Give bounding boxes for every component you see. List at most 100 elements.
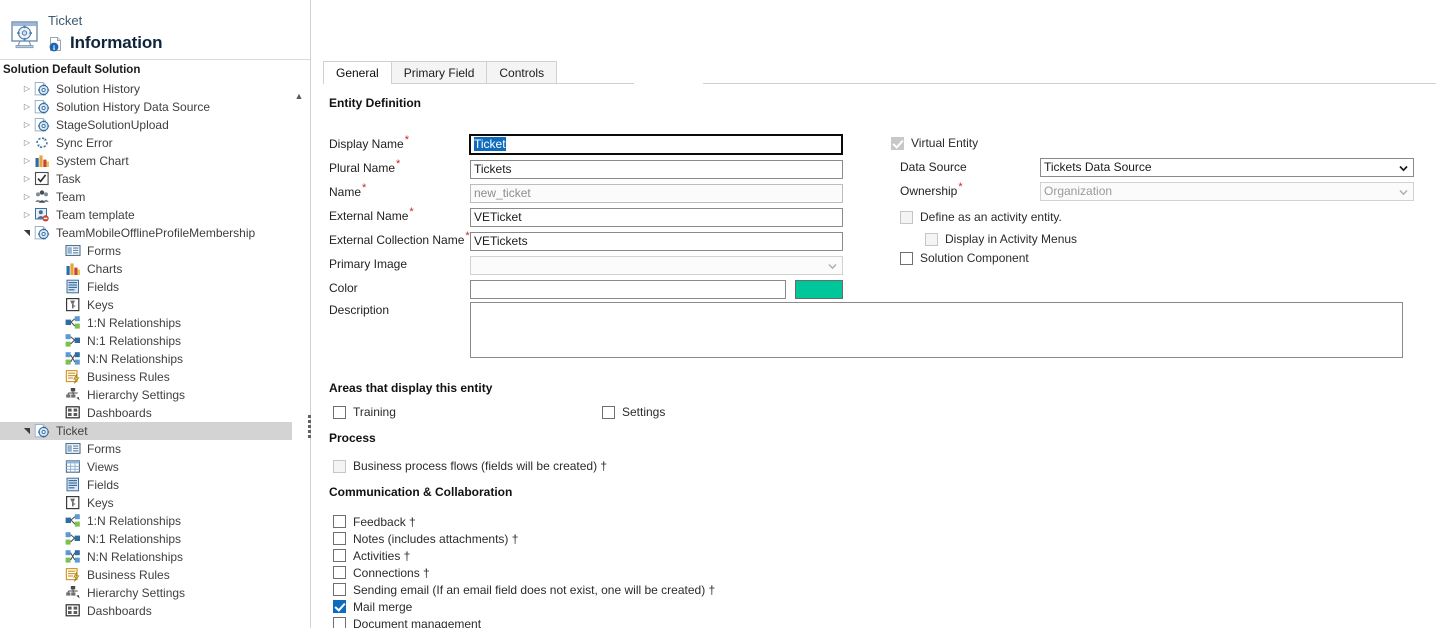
comm-connections-checkbox[interactable]	[333, 566, 346, 579]
display-activity-menus-label: Display in Activity Menus	[945, 232, 1077, 246]
tree-item-fields[interactable]: Fields	[0, 476, 292, 494]
expand-chevron-icon[interactable]: ▷	[20, 134, 34, 152]
tree-item-n-n-relationships[interactable]: N:N Relationships	[0, 350, 292, 368]
define-activity-entity-row[interactable]: Define as an activity entity.	[900, 210, 1062, 224]
expand-chevron-icon[interactable]: ▷	[20, 170, 34, 188]
comm-sending-email-checkbox[interactable]	[333, 583, 346, 596]
comm-feedback-checkbox[interactable]	[333, 515, 346, 528]
entity-gear-icon	[34, 99, 52, 115]
entity-gear-icon	[34, 81, 52, 97]
tree-item-solution-history[interactable]: ▷Solution History	[0, 80, 292, 98]
comm-connections-row[interactable]: Connections †	[333, 564, 715, 581]
tree-item-hierarchy-settings[interactable]: Hierarchy Settings	[0, 584, 292, 602]
tree-item-stagesolutionupload[interactable]: ▷ StageSolutionUpload	[0, 116, 292, 134]
tree-item-1-n-relationships[interactable]: 1:N Relationships	[0, 314, 292, 332]
tree-item-solution-history-data-source[interactable]: ▷Solution History Data Source	[0, 98, 292, 116]
virtual-entity-row[interactable]: Virtual Entity	[891, 136, 978, 150]
system-chart-icon	[34, 153, 52, 169]
tree-item-team[interactable]: ▷Team	[0, 188, 292, 206]
tree-item-forms[interactable]: Forms	[0, 242, 292, 260]
plural-name-input[interactable]: Tickets	[470, 160, 843, 179]
tree-item-n-1-relationships[interactable]: N:1 Relationships	[0, 332, 292, 350]
comm-activities-label: Activities †	[353, 549, 410, 563]
tree-item-n-n-relationships[interactable]: N:N Relationships	[0, 548, 292, 566]
tab-primary-field[interactable]: Primary Field	[391, 61, 488, 84]
entity-tree-scroll-area[interactable]: ▷Solution History▷Solution History Data …	[0, 80, 310, 628]
plural-name-label: Plural Name*	[329, 161, 400, 175]
color-swatch[interactable]	[795, 280, 843, 299]
area-training-checkbox[interactable]	[333, 406, 346, 419]
comm-document-management-row[interactable]: Document management	[333, 615, 715, 628]
display-activity-menus-row[interactable]: Display in Activity Menus	[925, 232, 1077, 246]
primary-image-select[interactable]	[470, 256, 843, 275]
color-input[interactable]	[470, 280, 786, 299]
solution-component-checkbox[interactable]	[900, 252, 913, 265]
tree-item-label: Fields	[87, 476, 119, 494]
tree-item-system-chart[interactable]: ▷System Chart	[0, 152, 292, 170]
external-collection-name-input[interactable]: VETickets	[470, 232, 843, 251]
tree-item-team-template[interactable]: ▷ Team template	[0, 206, 292, 224]
comm-activities-checkbox[interactable]	[333, 549, 346, 562]
tree-item-forms[interactable]: Forms	[0, 440, 292, 458]
tree-item-charts[interactable]: Charts	[0, 260, 292, 278]
tree-item-label: Team template	[56, 206, 135, 224]
comm-document-management-checkbox[interactable]	[333, 617, 346, 628]
tree-item-business-rules[interactable]: Business Rules	[0, 566, 292, 584]
tab-controls[interactable]: Controls	[486, 61, 557, 84]
comm-connections-label: Connections †	[353, 566, 430, 580]
display-activity-menus-checkbox[interactable]	[925, 233, 938, 246]
comm-sending-email-row[interactable]: Sending email (If an email field does no…	[333, 581, 715, 598]
external-name-input[interactable]: VETicket	[470, 208, 843, 227]
tree-item-views[interactable]: Views	[0, 458, 292, 476]
tree-item-hierarchy-settings[interactable]: Hierarchy Settings	[0, 386, 292, 404]
description-textarea[interactable]	[470, 302, 1403, 358]
tree-item-n-1-relationships[interactable]: N:1 Relationships	[0, 530, 292, 548]
tree-item-task[interactable]: ▷ Task	[0, 170, 292, 188]
tab-general[interactable]: General	[323, 61, 392, 84]
many-to-one-icon	[65, 333, 83, 349]
comm-mail-merge-checkbox[interactable]	[333, 600, 346, 613]
business-process-flows-checkbox[interactable]	[333, 460, 346, 473]
area-settings-checkbox[interactable]	[602, 406, 615, 419]
area-training-row[interactable]: Training	[333, 405, 396, 419]
comm-activities-row[interactable]: Activities †	[333, 547, 715, 564]
tree-item-label: Dashboards	[87, 602, 152, 620]
comm-notes-row[interactable]: Notes (includes attachments) †	[333, 530, 715, 547]
dashboards-icon	[65, 405, 83, 421]
tree-item-fields[interactable]: Fields	[0, 278, 292, 296]
tree-item-ticket[interactable]: ◢Ticket	[0, 422, 292, 440]
task-check-icon	[34, 171, 52, 187]
tree-item-teammobileofflineprofilemembership[interactable]: ◢TeamMobileOfflineProfileMembership	[0, 224, 292, 242]
expand-chevron-icon[interactable]: ▷	[20, 152, 34, 170]
comm-mail-merge-row[interactable]: Mail merge	[333, 598, 715, 615]
expand-chevron-icon[interactable]: ▷	[20, 116, 34, 134]
expand-chevron-icon[interactable]: ▷	[20, 188, 34, 206]
comm-notes-checkbox[interactable]	[333, 532, 346, 545]
display-name-input[interactable]: Ticket	[469, 134, 843, 155]
tree-item-label: Task	[56, 170, 81, 188]
forms-icon	[65, 441, 83, 457]
virtual-entity-checkbox[interactable]	[891, 137, 904, 150]
keys-icon	[65, 297, 83, 313]
scroll-up-arrow-icon[interactable]: ▲	[292, 90, 306, 102]
tree-item-sync-error[interactable]: ▷Sync Error	[0, 134, 292, 152]
entity-gear-icon	[34, 225, 52, 241]
comm-feedback-row[interactable]: Feedback †	[333, 513, 715, 530]
solution-component-row[interactable]: Solution Component	[900, 251, 1029, 265]
tree-item-dashboards[interactable]: Dashboards	[0, 404, 292, 422]
tree-item-business-rules[interactable]: Business Rules	[0, 368, 292, 386]
tree-item-keys[interactable]: Keys	[0, 494, 292, 512]
tree-item-1-n-relationships[interactable]: 1:N Relationships	[0, 512, 292, 530]
tree-item-dashboards[interactable]: Dashboards	[0, 602, 292, 620]
data-source-select[interactable]: Tickets Data Source	[1040, 158, 1414, 177]
tree-item-label: StageSolutionUpload	[56, 116, 169, 134]
expand-chevron-icon[interactable]: ▷	[20, 80, 34, 98]
expand-chevron-icon[interactable]: ▷	[20, 98, 34, 116]
business-process-flows-row[interactable]: Business process flows (fields will be c…	[333, 459, 607, 473]
external-name-label: External Name*	[329, 209, 414, 223]
tree-item-label: TeamMobileOfflineProfileMembership	[56, 224, 255, 242]
tree-item-keys[interactable]: Keys	[0, 296, 292, 314]
expand-chevron-icon[interactable]: ▷	[20, 206, 34, 224]
area-settings-row[interactable]: Settings	[602, 405, 665, 419]
define-activity-entity-checkbox[interactable]	[900, 211, 913, 224]
